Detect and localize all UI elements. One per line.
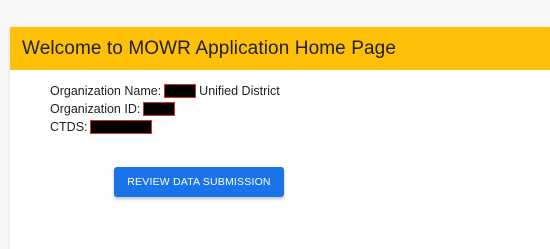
- page: Welcome to MOWR Application Home Page Or…: [0, 0, 550, 249]
- redacted-ctds-block: [89, 120, 152, 134]
- ctds-row: CTDS:: [50, 118, 280, 136]
- page-title: Welcome to MOWR Application Home Page: [22, 37, 396, 59]
- review-data-submission-button[interactable]: REVIEW DATA SUBMISSION: [114, 167, 284, 197]
- organization-id-row: Organization ID:: [50, 100, 280, 118]
- home-card: Welcome to MOWR Application Home Page Or…: [10, 27, 550, 249]
- organization-name-row: Organization Name: Unified District: [50, 82, 280, 100]
- organization-id-label: Organization ID:: [50, 102, 141, 116]
- redacted-name-block: [164, 84, 197, 98]
- card-header: Welcome to MOWR Application Home Page: [10, 27, 550, 70]
- organization-name-suffix: Unified District: [199, 84, 280, 98]
- organization-name-label: Organization Name:: [50, 84, 162, 98]
- ctds-label: CTDS:: [50, 120, 88, 134]
- redacted-id-block: [143, 102, 176, 116]
- organization-info: Organization Name: Unified District Orga…: [50, 82, 280, 136]
